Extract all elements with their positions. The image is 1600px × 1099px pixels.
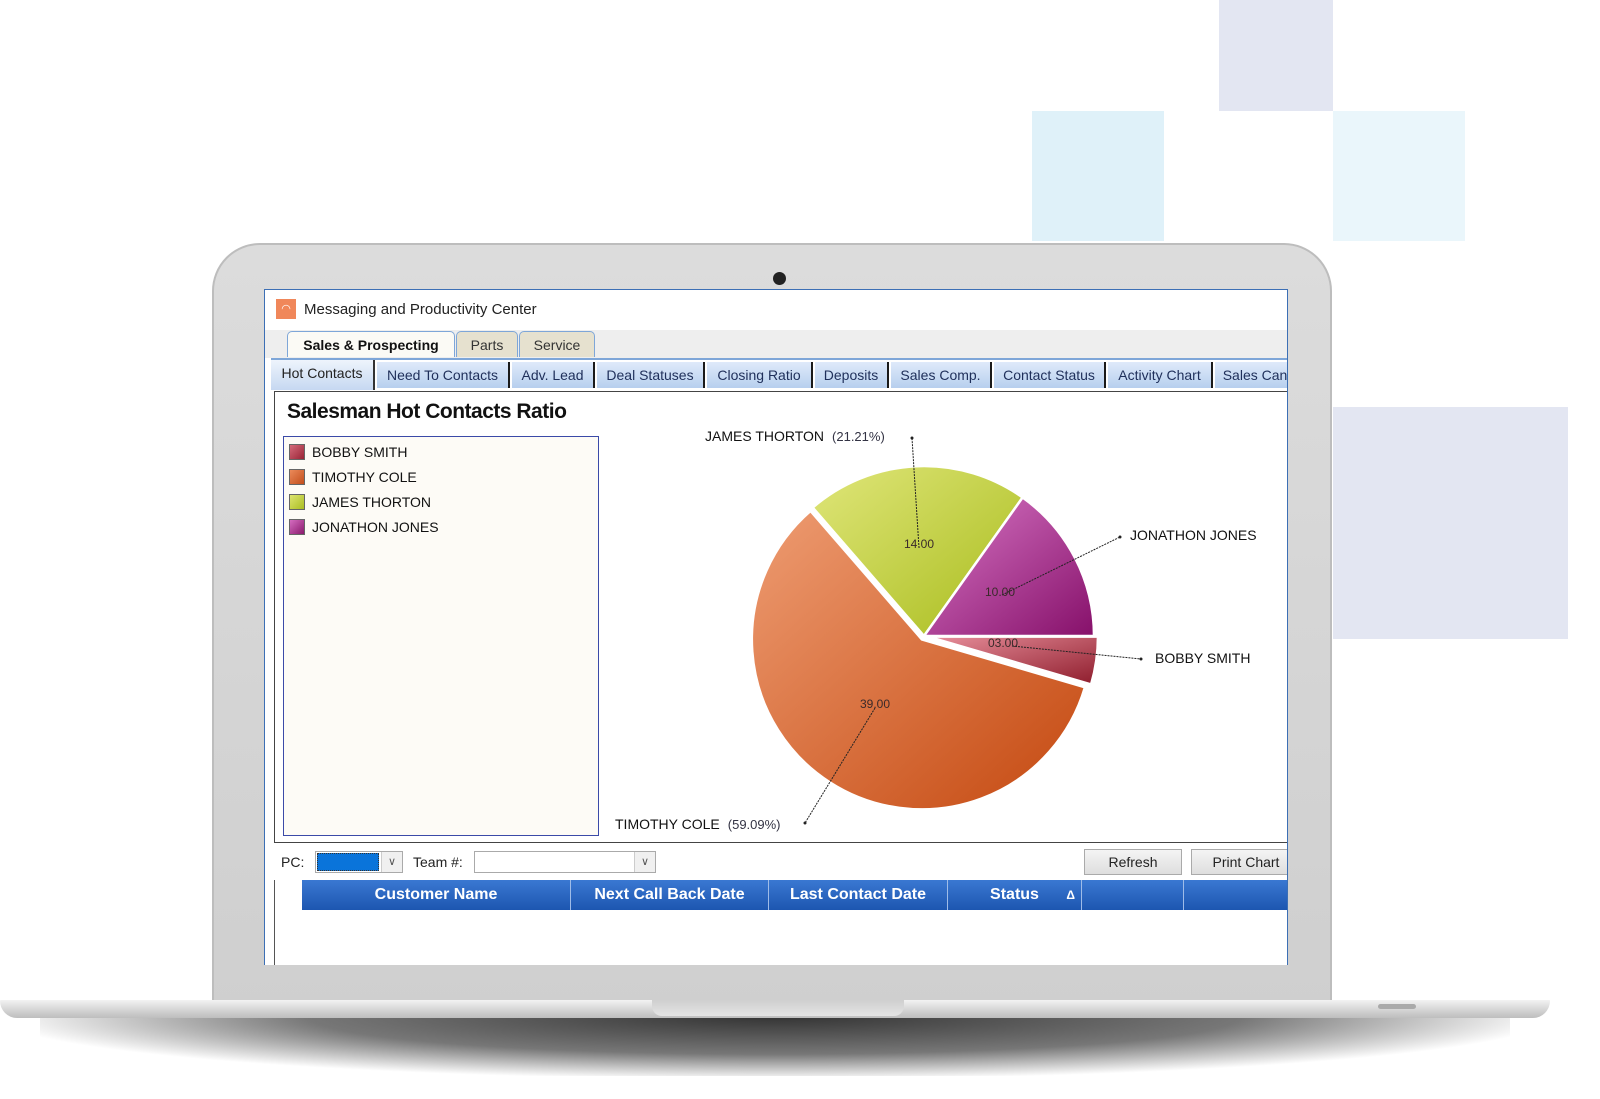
pie-chart: 03.00 BOBBY SMITH 39.00 TIMOTHY COLE (59.09%… [615,428,1257,832]
camera-icon [773,272,786,285]
column-next-call-back-date[interactable]: Next Call Back Date [571,880,769,910]
decor-square [1219,0,1333,111]
column-status[interactable]: Status Δ [948,880,1082,910]
column-customer-name[interactable]: Customer Name [302,880,571,910]
decor-square [1333,111,1465,241]
slice-name-label: JONATHON JONES [1130,527,1257,543]
slice-value-label: 14.00 [904,537,934,551]
slice-value-label: 39.00 [860,697,890,711]
slice-name-label: BOBBY SMITH [1155,650,1250,666]
grid-header: Customer Name Next Call Back Date Last C… [302,880,1287,910]
subtab-sales-can[interactable]: Sales Can [1215,362,1287,388]
app-window: ◠ Messaging and Productivity Center Sale… [264,289,1288,965]
print-chart-button[interactable]: Print Chart [1191,849,1287,875]
laptop-slot [1378,1004,1416,1009]
filter-bar: PC: ∨ Team #: ∨ Refresh Print Chart [265,845,1287,879]
tab-service[interactable]: Service [519,331,595,357]
column-status-label: Status [990,886,1039,903]
laptop-notch [652,1000,904,1016]
subtab-closing-ratio[interactable]: Closing Ratio [707,362,813,388]
chevron-down-icon[interactable]: ∨ [634,852,655,872]
subtab-sales-comp[interactable]: Sales Comp. [891,362,992,388]
chevron-down-icon[interactable]: ∨ [381,852,402,872]
decor-square [1032,111,1164,241]
main-tabs: Sales & Prospecting Parts Service [265,330,1287,358]
slice-value-label: 03.00 [988,636,1018,650]
window-title: Messaging and Productivity Center [304,301,537,318]
slice-value-label: 10.00 [985,585,1015,599]
subtab-deposits[interactable]: Deposits [815,362,889,388]
pc-select[interactable]: ∨ [315,851,403,873]
team-select[interactable]: ∨ [474,851,656,873]
tab-sales-prospecting[interactable]: Sales & Prospecting [287,331,455,357]
slice-name-label: TIMOTHY COLE (59.09%) [615,816,781,832]
sub-tabs: Hot Contacts Need To Contacts Adv. Lead … [271,358,1287,392]
decor-square [1333,407,1568,639]
pc-selected-value [317,853,379,871]
refresh-button[interactable]: Refresh [1084,849,1182,875]
column-blank[interactable] [1184,880,1287,910]
gauge-icon: ◠ [276,299,296,319]
slice-name-label: JAMES THORTON (21.21%) [705,428,885,444]
column-blank[interactable] [1082,880,1184,910]
subtab-contact-status[interactable]: Contact Status [994,362,1106,388]
laptop-shadow [40,1016,1510,1076]
subtab-deal-statuses[interactable]: Deal Statuses [597,362,705,388]
subtab-activity-chart[interactable]: Activity Chart [1108,362,1213,388]
contacts-grid: Customer Name Next Call Back Date Last C… [274,880,1287,965]
tab-parts[interactable]: Parts [456,331,518,357]
slice-percent-label: (21.21%) [832,429,885,444]
slice-percent-label: (59.09%) [728,817,781,832]
subtab-hot-contacts[interactable]: Hot Contacts [271,360,375,390]
sort-ascending-icon: Δ [1066,888,1075,902]
column-last-contact-date[interactable]: Last Contact Date [769,880,948,910]
team-label: Team #: [413,854,463,870]
pc-label: PC: [281,854,305,870]
chart-panel: Salesman Hot Contacts Ratio BOBBY SMITH … [274,391,1287,843]
subtab-adv-lead[interactable]: Adv. Lead [512,362,595,388]
title-bar: ◠ Messaging and Productivity Center [265,290,1287,330]
subtab-need-to-contacts[interactable]: Need To Contacts [377,362,510,388]
